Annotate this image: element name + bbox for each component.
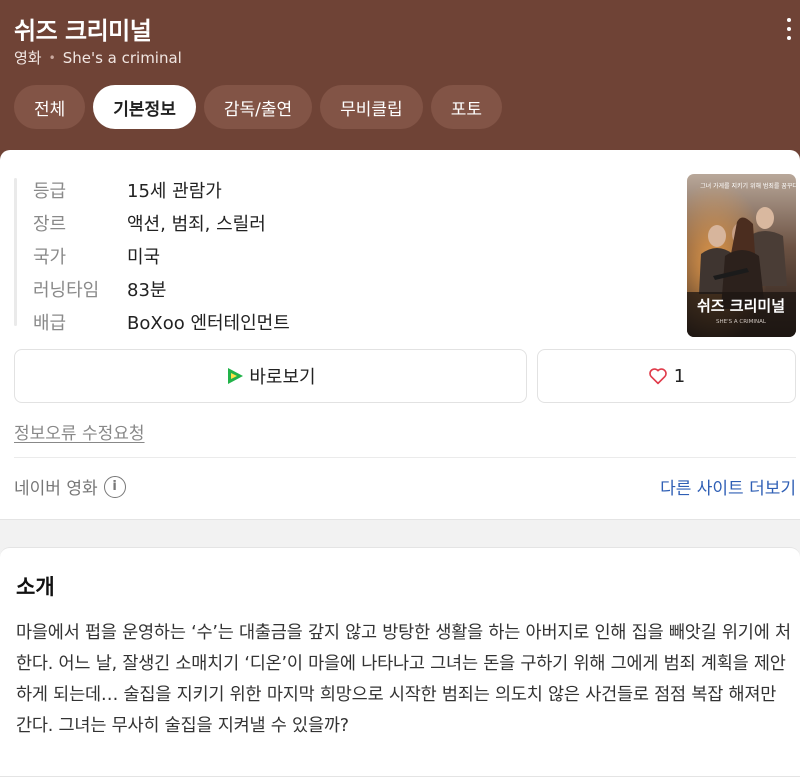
category-label: 영화 xyxy=(14,49,42,67)
info-key: 장르 xyxy=(33,213,67,235)
synopsis-card: 소개 마을에서 펍을 운영하는 ‘수’는 대출금을 갚지 않고 방탕한 생활을 … xyxy=(0,547,800,777)
info-key: 배급 xyxy=(33,312,67,334)
divider xyxy=(14,457,796,458)
info-key: 러닝타임 xyxy=(33,279,100,301)
info-row-distributor: 배급 BoXoo 엔터테인먼트 xyxy=(33,305,290,338)
poster-title: 쉬즈 크리미널 xyxy=(697,297,785,315)
info-value: 83분 xyxy=(127,279,167,301)
separator-dot: • xyxy=(48,50,56,65)
info-key: 등급 xyxy=(33,180,67,202)
info-value: BoXoo 엔터테인먼트 xyxy=(127,312,290,334)
page-title: 쉬즈 크리미널 xyxy=(14,17,152,45)
like-count: 1 xyxy=(673,365,686,387)
poster-tagline: 그녀 가게를 지키기 위해 범죄를 꿈꾸다 xyxy=(700,182,796,190)
subtitle: 영화 • She's a criminal xyxy=(14,47,182,68)
info-accent-bar xyxy=(14,178,17,326)
source-label: 네이버 영화 i xyxy=(14,474,126,499)
info-row-rating: 등급 15세 관람가 xyxy=(33,173,290,206)
tab-photos[interactable]: 포토 xyxy=(430,85,502,129)
tab-director-cast[interactable]: 감독/출연 xyxy=(203,85,313,129)
more-sites-link[interactable]: 다른 사이트 더보기 xyxy=(660,474,796,499)
english-title: She's a criminal xyxy=(62,48,182,67)
watch-now-button[interactable]: 바로보기 xyxy=(14,349,527,403)
info-value: 15세 관람가 xyxy=(127,180,222,202)
synopsis-title: 소개 xyxy=(16,575,55,599)
info-value: 미국 xyxy=(127,246,161,268)
info-key: 국가 xyxy=(33,246,67,268)
tab-bar: 전체 기본정보 감독/출연 무비클립 포토 xyxy=(14,85,502,129)
header: 쉬즈 크리미널 영화 • She's a criminal 전체 기본정보 감독… xyxy=(0,0,800,160)
tab-basic-info[interactable]: 기본정보 xyxy=(93,85,196,129)
movie-poster[interactable]: 그녀 가게를 지키기 위해 범죄를 꿈꾸다 쉬즈 크리미널 SHE'S A CR… xyxy=(687,174,796,337)
info-row-runtime: 러닝타임 83분 xyxy=(33,272,290,305)
more-options-icon[interactable] xyxy=(786,18,792,40)
info-row-genre: 장르 액션, 범죄, 스릴러 xyxy=(33,206,290,239)
source-name: 네이버 영화 xyxy=(14,479,98,499)
info-row-country: 국가 미국 xyxy=(33,239,290,272)
tab-movie-clips[interactable]: 무비클립 xyxy=(320,85,423,129)
info-icon[interactable]: i xyxy=(103,475,126,498)
watch-now-label: 바로보기 xyxy=(249,367,316,388)
info-value: 액션, 범죄, 스릴러 xyxy=(127,213,266,235)
info-card: 등급 15세 관람가 장르 액션, 범죄, 스릴러 국가 미국 러닝타임 83분… xyxy=(0,150,800,520)
poster-english-title: SHE'S A CRIMINAL xyxy=(716,319,767,325)
play-icon xyxy=(228,368,244,384)
synopsis-text: 마을에서 펍을 운영하는 ‘수’는 대출금을 갚지 않고 방탕한 생활을 하는 … xyxy=(16,623,791,736)
info-list: 등급 15세 관람가 장르 액션, 범죄, 스릴러 국가 미국 러닝타임 83분… xyxy=(33,173,290,338)
report-error-link[interactable]: 정보오류 수정요청 xyxy=(14,419,145,444)
tab-all[interactable]: 전체 xyxy=(14,85,86,129)
like-button[interactable]: 1 xyxy=(537,349,796,403)
heart-icon xyxy=(648,368,667,385)
